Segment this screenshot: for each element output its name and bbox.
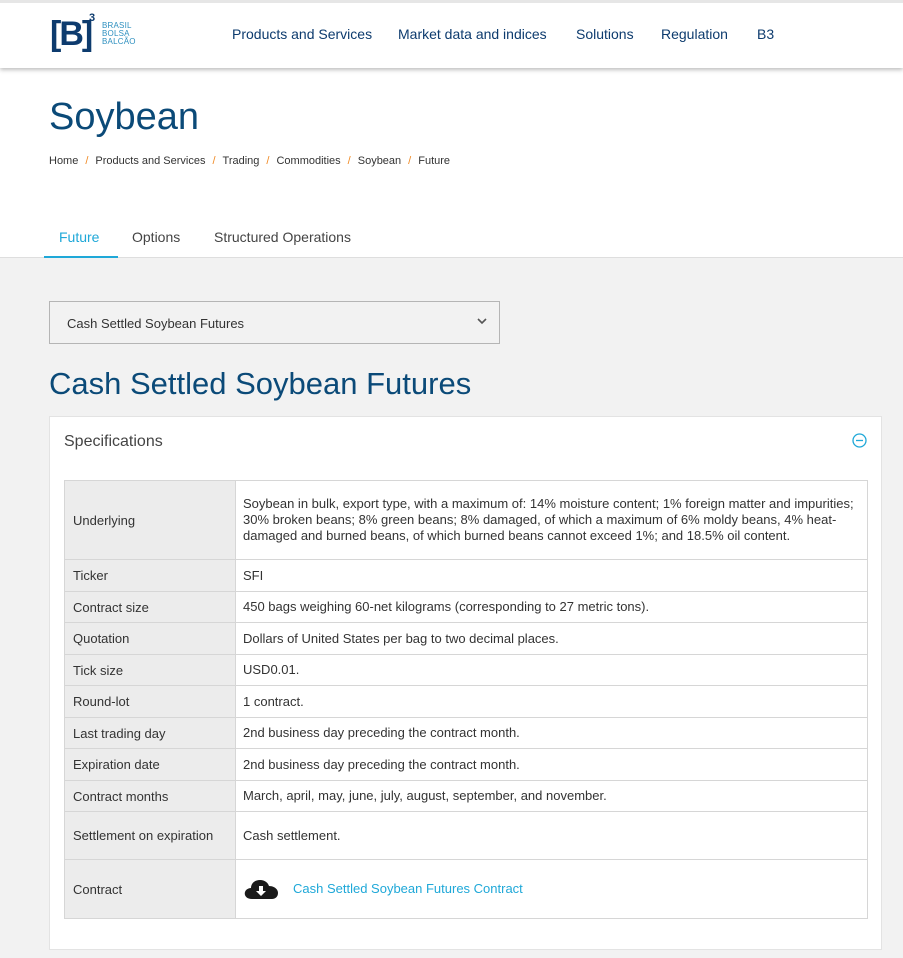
table-row: Contract months March, april, may, june,… bbox=[64, 780, 868, 812]
cloud-download-icon[interactable] bbox=[243, 877, 279, 901]
breadcrumb-separator: / bbox=[85, 155, 89, 167]
spec-value: SFI bbox=[235, 559, 868, 592]
table-row: Round-lot 1 contract. bbox=[64, 685, 868, 718]
breadcrumb: Home / Products and Services / Trading / Commo… bbox=[49, 155, 450, 167]
table-row: Quotation Dollars of United States per b… bbox=[64, 622, 868, 655]
table-row: Contract size 450 bags weighing 60-net k… bbox=[64, 591, 868, 623]
breadcrumb-products-and-services[interactable]: Products and Services bbox=[95, 155, 205, 167]
specifications-heading[interactable]: Specifications bbox=[64, 433, 163, 451]
logo-mark: [B] bbox=[50, 15, 93, 53]
spec-key: Contract size bbox=[64, 591, 236, 623]
breadcrumb-trading[interactable]: Trading bbox=[223, 155, 260, 167]
nav-products-and-services[interactable]: Products and Services bbox=[232, 26, 372, 42]
spec-value: Dollars of United States per bag to two … bbox=[235, 622, 868, 655]
tab-structured-operations[interactable]: Structured Operations bbox=[214, 224, 351, 258]
spec-key: Contract months bbox=[64, 780, 236, 812]
spec-key: Last trading day bbox=[64, 717, 236, 749]
spec-key: Underlying bbox=[64, 480, 236, 560]
spec-key: Round-lot bbox=[64, 685, 236, 718]
table-row: Contract Cash Settled Soybean Futures Co… bbox=[64, 859, 868, 919]
collapse-icon[interactable] bbox=[851, 432, 868, 449]
spec-value: 450 bags weighing 60-net kilograms (corr… bbox=[235, 591, 868, 623]
spec-value: USD0.01. bbox=[235, 654, 868, 686]
breadcrumb-home[interactable]: Home bbox=[49, 155, 78, 167]
table-row: Ticker SFI bbox=[64, 559, 868, 592]
contract-download-link[interactable]: Cash Settled Soybean Futures Contract bbox=[293, 881, 523, 896]
nav-regulation[interactable]: Regulation bbox=[661, 26, 728, 42]
product-select[interactable]: Cash Settled Soybean Futures bbox=[49, 301, 500, 344]
product-select-value: Cash Settled Soybean Futures bbox=[67, 316, 245, 331]
breadcrumb-separator: / bbox=[212, 155, 216, 167]
spec-key: Expiration date bbox=[64, 748, 236, 781]
breadcrumb-separator: / bbox=[408, 155, 412, 167]
logo-word: BALCÃO bbox=[102, 37, 136, 46]
spec-key: Quotation bbox=[64, 622, 236, 655]
spec-key: Tick size bbox=[64, 654, 236, 686]
page-title: Soybean bbox=[49, 96, 200, 138]
table-row: Settlement on expiration Cash settlement… bbox=[64, 811, 868, 860]
spec-value: Cash settlement. bbox=[235, 811, 868, 860]
table-row: Last trading day 2nd business day preced… bbox=[64, 717, 868, 749]
nav-solutions[interactable]: Solutions bbox=[576, 26, 634, 42]
product-title: Cash Settled Soybean Futures bbox=[49, 366, 472, 401]
specifications-table: Underlying Soybean in bulk, export type,… bbox=[64, 480, 868, 919]
spec-value: 2nd business day preceding the contract … bbox=[235, 717, 868, 749]
breadcrumb-future: Future bbox=[418, 155, 451, 167]
chevron-down-icon bbox=[477, 318, 487, 325]
contract-download-cell: Cash Settled Soybean Futures Contract bbox=[235, 859, 868, 919]
spec-value: 1 contract. bbox=[235, 685, 868, 718]
table-row: Tick size USD0.01. bbox=[64, 654, 868, 686]
b3-logo[interactable]: [B] 3 BRASIL BOLSA BALCÃO bbox=[50, 12, 140, 56]
spec-key: Contract bbox=[64, 859, 236, 919]
page-header: Soybean Home / Products and Services / Tradi… bbox=[0, 68, 903, 258]
breadcrumb-commodities[interactable]: Commodities bbox=[276, 155, 340, 167]
tab-options[interactable]: Options bbox=[132, 224, 180, 258]
breadcrumb-separator: / bbox=[347, 155, 351, 167]
spec-value: 2nd business day preceding the contract … bbox=[235, 748, 868, 781]
table-row: Underlying Soybean in bulk, export type,… bbox=[64, 480, 868, 560]
spec-key: Settlement on expiration bbox=[64, 811, 236, 860]
table-row: Expiration date 2nd business day precedi… bbox=[64, 748, 868, 781]
top-navigation-bar: [B] 3 BRASIL BOLSA BALCÃO Products and S… bbox=[0, 0, 903, 68]
breadcrumb-soybean[interactable]: Soybean bbox=[358, 155, 401, 167]
spec-value: March, april, may, june, july, august, s… bbox=[235, 780, 868, 812]
spec-key: Ticker bbox=[64, 559, 236, 592]
tab-future[interactable]: Future bbox=[44, 224, 118, 258]
nav-market-data-and-indices[interactable]: Market data and indices bbox=[398, 26, 547, 42]
breadcrumb-separator: / bbox=[266, 155, 270, 167]
nav-b3[interactable]: B3 bbox=[757, 26, 774, 42]
logo-superscript: 3 bbox=[89, 12, 96, 24]
specifications-panel: Specifications Underlying Soybean in bul… bbox=[49, 416, 882, 950]
spec-value: Soybean in bulk, export type, with a max… bbox=[235, 480, 868, 560]
logo-words: BRASIL BOLSA BALCÃO bbox=[102, 22, 136, 46]
